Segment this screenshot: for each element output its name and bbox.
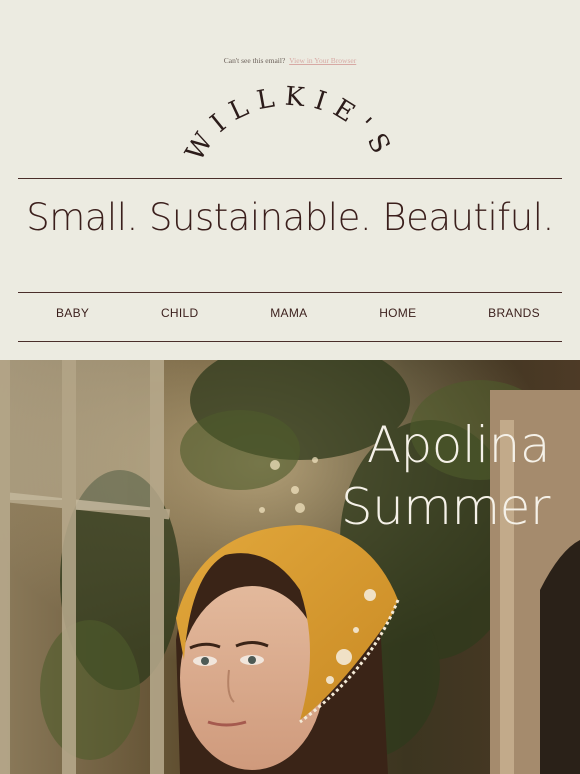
divider-top — [18, 178, 562, 179]
nav-item-mama[interactable]: MAMA — [270, 306, 307, 320]
view-in-browser-link[interactable]: View in Your Browser — [289, 56, 356, 65]
tagline: Small. Sustainable. Beautiful. — [26, 196, 554, 239]
nav-item-brands[interactable]: BRANDS — [488, 306, 540, 320]
brand-logo-wordmark: WILLKIE'S — [180, 82, 400, 167]
hero-title: Apolina Summer — [340, 414, 551, 538]
divider-nav-bottom — [18, 341, 562, 342]
hero-title-line-2: Summer — [340, 478, 551, 536]
nav-item-home[interactable]: HOME — [379, 306, 416, 320]
svg-text:WILLKIE'S: WILLKIE'S — [180, 82, 400, 167]
brand-logo[interactable]: WILLKIE'S — [180, 70, 400, 180]
main-nav: BABY CHILD MAMA HOME BRANDS — [18, 306, 562, 320]
hero-banner[interactable]: Apolina Summer — [0, 360, 580, 774]
brand-logo-text: WILLKIE'S — [180, 82, 391, 167]
nav-item-baby[interactable]: BABY — [56, 306, 89, 320]
divider-nav-top — [18, 292, 562, 293]
hero-title-line-1: Apolina — [366, 416, 551, 474]
preheader: Can't see this email? View in Your Brows… — [0, 56, 580, 65]
preheader-text: Can't see this email? — [223, 56, 286, 65]
nav-item-child[interactable]: CHILD — [161, 306, 199, 320]
